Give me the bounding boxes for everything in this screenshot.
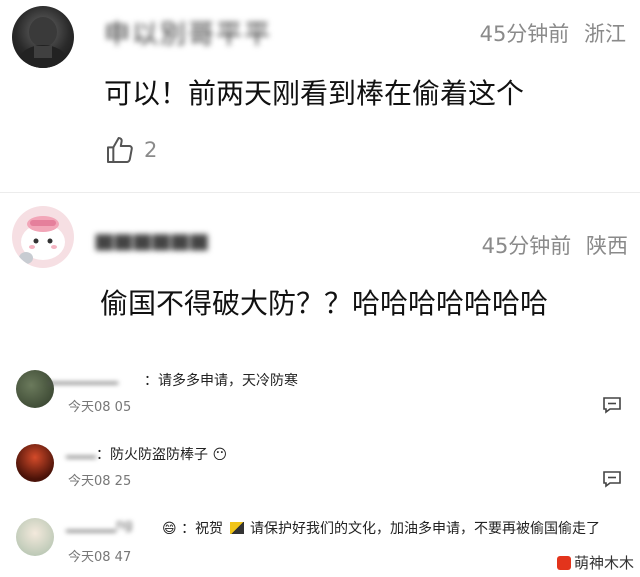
comment-1-location: 浙江	[584, 22, 626, 46]
username-comment-2[interactable]: ▅▅▅▅▅▅	[96, 226, 210, 251]
username-reply-1[interactable]: ▁▁▁▁▁▁▁	[48, 370, 118, 385]
reply-row-3: ▁▁▁▁▁ng 😄 ：祝贺 请保护好我们的文化，加油多申请，不要再被偷国偷走了 …	[0, 512, 640, 572]
smile-emoji-icon: 😄	[162, 521, 177, 537]
avatar-comment-1[interactable]	[12, 6, 74, 68]
comment-2-meta: 45分钟前 陕西	[482, 230, 628, 260]
reply-3-time: 今天08 47	[68, 550, 132, 565]
reply-3-text: 😄 ：祝贺 请保护好我们的文化，加油多申请，不要再被偷国偷走了	[162, 521, 600, 537]
comment-2-location: 陕西	[586, 234, 628, 258]
username-reply-3[interactable]: ▁▁▁▁▁ng	[66, 518, 132, 533]
watermark-logo-icon	[556, 556, 571, 570]
reply-1-text: ：请多多申请，天冷防寒	[144, 373, 298, 389]
username-reply-2[interactable]: ▁▁▁	[66, 444, 96, 459]
divider	[0, 192, 640, 193]
comment-1-meta: 45分钟前 浙江	[480, 18, 626, 48]
avatar-comment-2[interactable]	[12, 206, 74, 268]
reply-1-content: 请多多申请，天冷防寒	[158, 373, 298, 389]
avatar-reply-3[interactable]	[16, 518, 54, 556]
reply-2-text: ：防火防盗防棒子 😶	[96, 447, 228, 463]
like-count-comment-1: 2	[144, 138, 158, 162]
like-button-comment-1[interactable]: 2	[104, 134, 157, 166]
reply-icon[interactable]	[602, 470, 622, 492]
username-comment-1[interactable]: 申以別哥平平	[104, 14, 272, 51]
reply-3-content: 请保护好我们的文化，加油多申请，不要再被偷国偷走了	[249, 521, 600, 537]
watermark-text: 萌神木木	[573, 554, 634, 572]
reply-2-time: 今天08 25	[68, 474, 132, 489]
reply-icon[interactable]	[602, 396, 622, 418]
comment-1-text: 可以！前两天刚看到棒在偷着这个	[104, 77, 525, 110]
comment-2-time: 45分钟前	[481, 234, 572, 258]
thumbs-up-icon	[104, 134, 136, 166]
flag-icon	[229, 522, 244, 534]
comment-2-text: 偷国不得破大防？？哈哈哈哈哈哈哈	[100, 287, 549, 320]
watermark: 萌神木木	[556, 552, 634, 573]
comment-1-time: 45分钟前	[479, 22, 570, 46]
avatar-reply-2[interactable]	[16, 444, 54, 482]
reply-row-2: ▁▁▁ ：防火防盗防棒子 😶 今天08 25	[0, 438, 640, 494]
reply-3-congrats: 祝贺	[195, 521, 224, 537]
emoji-icon: 😶	[212, 447, 228, 463]
reply-1-time: 今天08 05	[68, 400, 132, 415]
reply-row-1: ▁▁▁▁▁▁▁ ：请多多申请，天冷防寒 今天08 05	[0, 364, 640, 420]
reply-2-content: 防火防盗防棒子	[110, 447, 208, 463]
